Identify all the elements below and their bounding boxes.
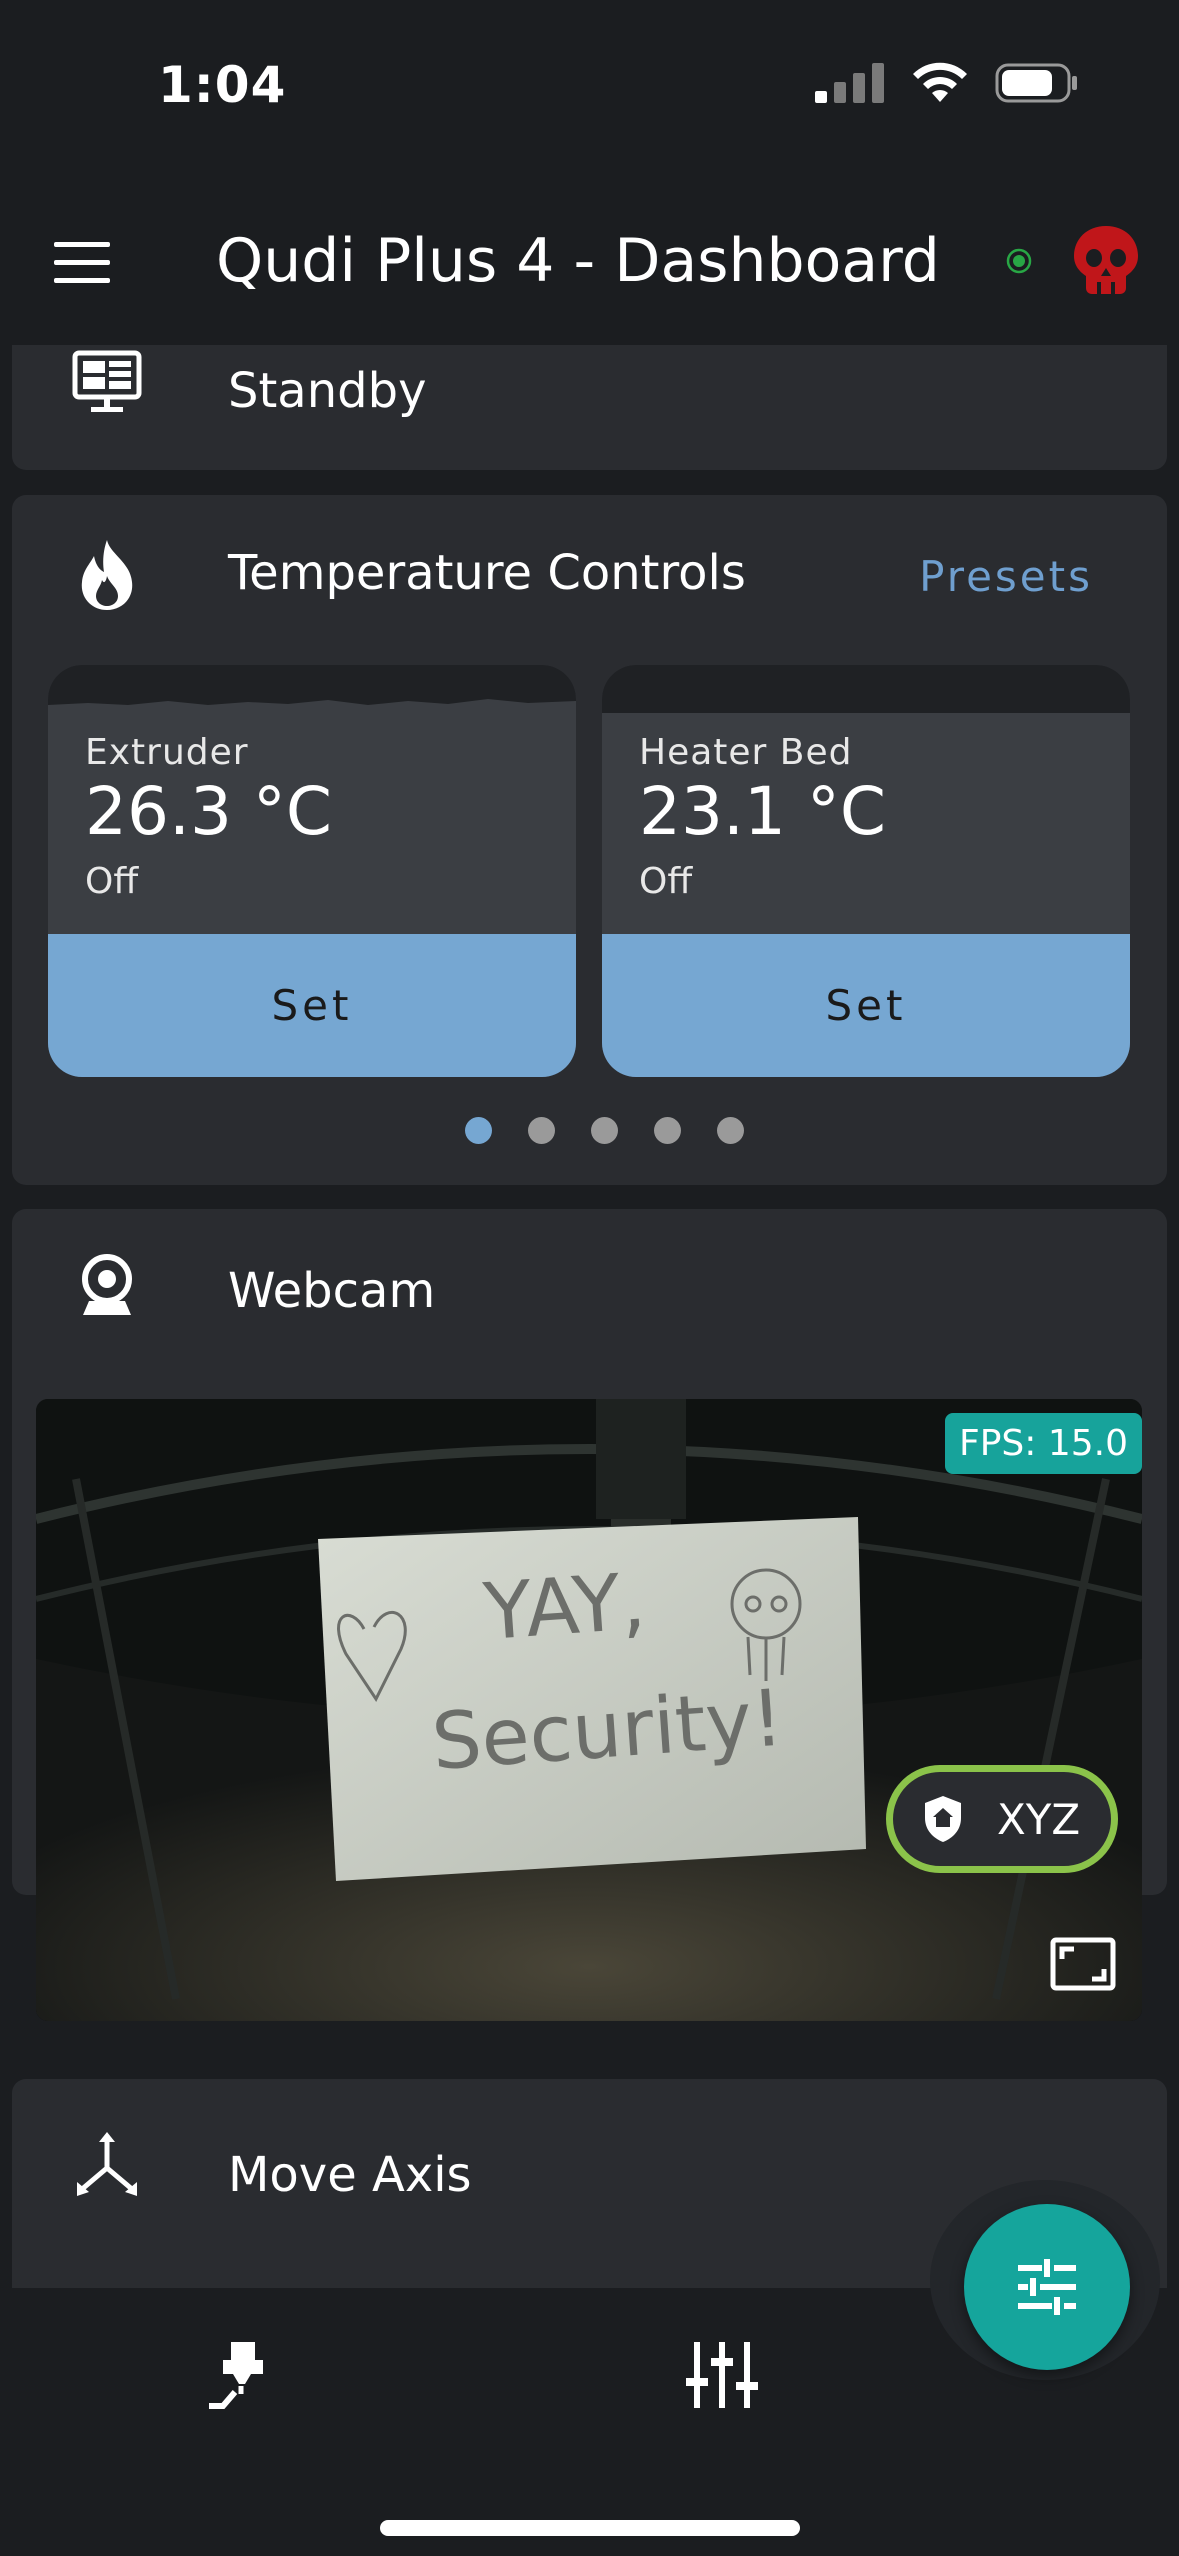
printer-nozzle-icon[interactable]: [205, 2340, 275, 2410]
carousel-pager: [12, 1117, 1167, 1144]
heater-bed-state: Off: [639, 861, 693, 902]
page-title: Qudi Plus 4 - Dashboard: [216, 226, 940, 296]
fire-icon: [62, 530, 152, 620]
presets-button[interactable]: Presets: [919, 552, 1093, 601]
extruder-history-graph: [48, 665, 576, 713]
extruder-set-button[interactable]: Set: [48, 934, 576, 1077]
status-time: 1:04: [158, 56, 287, 114]
webcam-image: YAY, Security!: [36, 1399, 1142, 2021]
extruder-tile[interactable]: Extruder 26.3 °C Off Set: [48, 665, 576, 1077]
webcam-icon: [62, 1241, 152, 1331]
fps-badge: FPS: 15.0: [945, 1413, 1142, 1474]
menu-icon[interactable]: [54, 240, 114, 286]
monitor-dashboard-icon: [62, 345, 152, 427]
wifi-icon: [913, 62, 967, 102]
status-bar: 1:04: [0, 0, 1179, 170]
cellular-signal-icon: [815, 63, 884, 103]
standby-card: Standby: [12, 345, 1167, 470]
home-xyz-label: XYZ: [997, 1794, 1081, 1844]
status-icons: [815, 62, 1079, 104]
sign-text-line1: YAY,: [480, 1557, 648, 1658]
temperature-title: Temperature Controls: [228, 545, 746, 601]
heater-bed-label: Heater Bed: [639, 732, 853, 773]
standby-title: Standby: [228, 363, 427, 419]
pager-dot[interactable]: [465, 1117, 492, 1144]
heater-bed-tile[interactable]: Heater Bed 23.1 °C Off Set: [602, 665, 1130, 1077]
heater-bed-temperature: 23.1 °C: [639, 773, 887, 850]
skull-icon[interactable]: [1068, 222, 1144, 298]
webcam-stream[interactable]: YAY, Security! FPS: 15.0: [36, 1399, 1142, 2021]
fullscreen-icon[interactable]: [1050, 1937, 1116, 1991]
connection-status-icon: [1006, 248, 1032, 274]
home-xyz-button[interactable]: XYZ: [886, 1765, 1118, 1873]
pager-dot[interactable]: [717, 1117, 744, 1144]
temperature-card: Temperature Controls Presets Extruder 26…: [12, 495, 1167, 1185]
app-root: 1:04 Qudi Plus 4 - Dashboard Standby Tem…: [0, 0, 1179, 2556]
extruder-state: Off: [85, 861, 139, 902]
pager-dot[interactable]: [591, 1117, 618, 1144]
tune-sliders-icon[interactable]: [684, 2340, 760, 2410]
home-indicator[interactable]: [380, 2520, 800, 2536]
home-shield-icon: [925, 1796, 961, 1842]
move-axis-title: Move Axis: [228, 2147, 472, 2203]
tune-fab-button[interactable]: [964, 2204, 1130, 2370]
pager-dot[interactable]: [654, 1117, 681, 1144]
axis-arrows-icon: [62, 2119, 152, 2209]
webcam-title: Webcam: [228, 1263, 436, 1319]
heater-bed-set-button[interactable]: Set: [602, 934, 1130, 1077]
battery-icon: [995, 63, 1077, 103]
extruder-temperature: 26.3 °C: [85, 773, 333, 850]
heater-bed-history-graph: [602, 665, 1130, 713]
dashboard-content[interactable]: Standby Temperature Controls Presets Ext…: [0, 345, 1179, 2290]
extruder-label: Extruder: [85, 732, 249, 773]
pager-dot[interactable]: [528, 1117, 555, 1144]
tune-icon: [1018, 2259, 1076, 2315]
